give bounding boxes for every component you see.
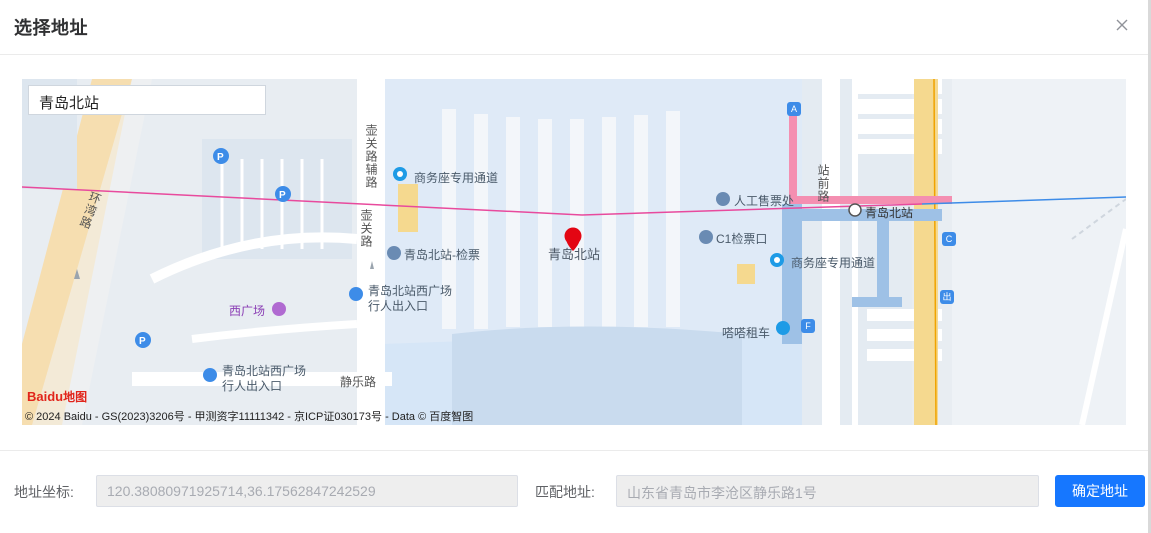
dialog-header: 选择地址 xyxy=(0,0,1148,55)
close-icon[interactable] xyxy=(1112,14,1132,36)
match-address-field[interactable]: 山东省青岛市李沧区静乐路1号 xyxy=(616,475,1039,507)
baidu-map-logo: Baidu地图 xyxy=(27,389,88,404)
coord-field[interactable]: 120.38080971925714,36.17562847242529 xyxy=(96,475,518,507)
map-label-business-seat-2: 商务座专用通道 xyxy=(791,256,876,270)
exit-marker: 出 xyxy=(940,290,954,304)
map-label-c1-gate: C1检票口 xyxy=(716,232,768,246)
map-label-zhanqian-road: 站前路 xyxy=(816,164,830,203)
plaza-icon xyxy=(271,301,287,322)
map-copyright: © 2024 Baidu - GS(2023)3206号 - 甲测资字11111… xyxy=(25,411,474,423)
map-label-dada-taxi: 嗒嗒租车 xyxy=(722,326,771,340)
map-label-check-gate: 青岛北站-检票 xyxy=(404,248,480,262)
gate-icon xyxy=(386,245,402,266)
section-divider xyxy=(0,450,1148,451)
svg-text:P: P xyxy=(139,336,146,347)
svg-text:P: P xyxy=(279,190,286,201)
coord-label: 地址坐标: xyxy=(14,484,74,500)
entrance-icon xyxy=(202,367,218,388)
location-pin-icon xyxy=(769,252,785,277)
map-label-huguan-aux-road: 壶关路辅路 xyxy=(364,124,378,189)
map-label-huguan-road: 壶关路 xyxy=(359,209,373,248)
map-view[interactable]: 青岛北站 P P P A C F 出 商务座专用通道 人工售票处 青岛北站 青岛… xyxy=(22,79,1126,425)
entrance-icon xyxy=(348,286,364,307)
ticket-office-icon xyxy=(715,191,731,212)
map-label-ticket-office: 人工售票处 xyxy=(734,194,795,208)
metro-icon xyxy=(848,203,862,222)
parking-icon: P xyxy=(212,147,230,172)
parking-icon: P xyxy=(134,331,152,356)
gate-c-marker: C xyxy=(942,232,956,246)
map-label-west-exit-2: 行人出入口 xyxy=(222,379,283,393)
map-label-metro-station: 青岛北站 xyxy=(865,206,914,220)
confirm-address-button[interactable]: 确定地址 xyxy=(1055,475,1145,507)
dialog-title: 选择地址 xyxy=(14,18,88,38)
parking-icon: P xyxy=(274,185,292,210)
map-label-west-square: 西广场 xyxy=(229,304,266,318)
gate-a-marker: A xyxy=(787,102,801,116)
map-label-business-seat: 商务座专用通道 xyxy=(414,171,499,185)
select-address-dialog: 选择地址 青岛北站 P P P A C F 出 商务座专用通道 人工售票处 青岛… xyxy=(0,0,1148,533)
map-label-jingle-road: 静乐路 xyxy=(340,375,377,389)
map-search-input[interactable]: 青岛北站 xyxy=(28,85,266,115)
gate-icon xyxy=(698,229,714,250)
match-address-label: 匹配地址: xyxy=(535,484,595,500)
car-rental-icon xyxy=(775,320,791,341)
map-label-west-entrance-2: 行人出入口 xyxy=(368,299,429,313)
svg-text:P: P xyxy=(217,152,224,163)
location-pin-icon xyxy=(392,166,408,191)
gate-f-marker: F xyxy=(801,319,815,333)
map-label-station: 青岛北站 xyxy=(548,247,601,262)
